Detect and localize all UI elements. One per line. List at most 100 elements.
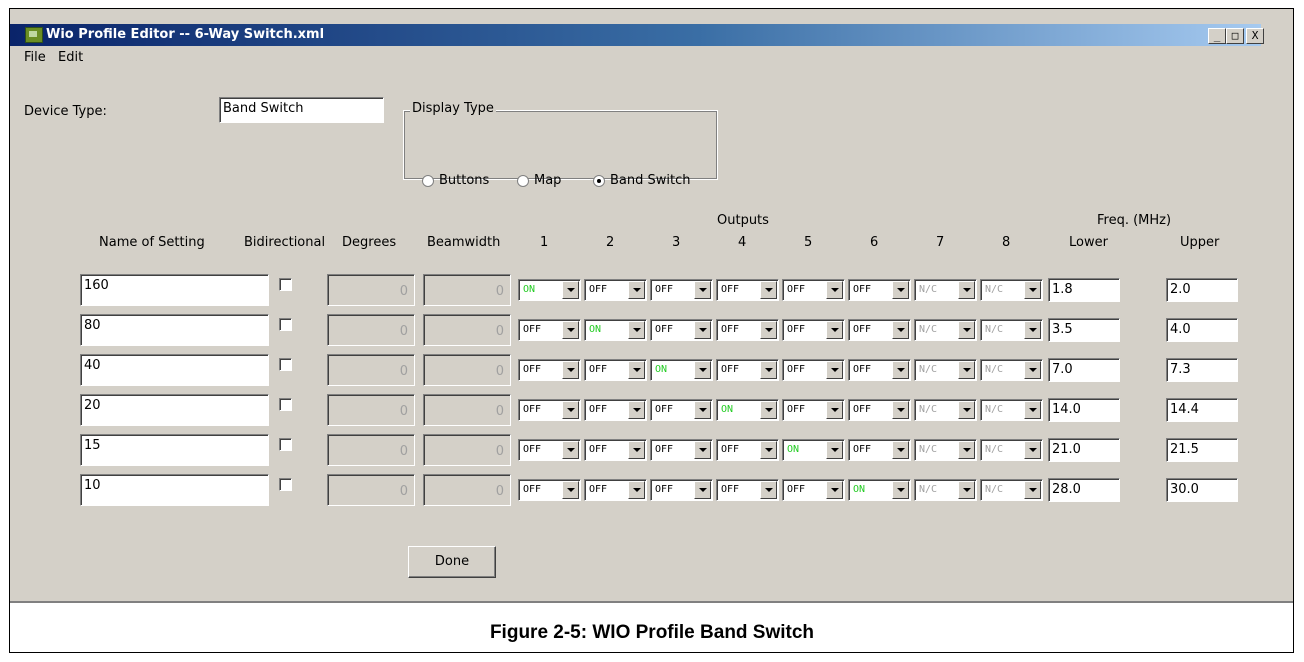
output-3-select[interactable]: OFF (650, 439, 713, 461)
bidirectional-checkbox[interactable] (279, 318, 292, 331)
output-3-select[interactable]: OFF (650, 479, 713, 501)
dropdown-arrow-icon[interactable] (628, 321, 645, 339)
dropdown-arrow-icon[interactable] (628, 481, 645, 499)
dropdown-arrow-icon[interactable] (628, 441, 645, 459)
dropdown-arrow-icon[interactable] (760, 361, 777, 379)
output-8-select[interactable]: N/C (980, 479, 1043, 501)
dropdown-arrow-icon[interactable] (958, 281, 975, 299)
radio-buttons[interactable] (422, 175, 434, 187)
output-4-select[interactable]: ON (716, 399, 779, 421)
output-3-select[interactable]: OFF (650, 319, 713, 341)
output-7-select[interactable]: N/C (914, 319, 977, 341)
output-5-select[interactable]: OFF (782, 359, 845, 381)
output-7-select[interactable]: N/C (914, 439, 977, 461)
output-8-select[interactable]: N/C (980, 359, 1043, 381)
dropdown-arrow-icon[interactable] (562, 361, 579, 379)
output-4-select[interactable]: OFF (716, 439, 779, 461)
output-1-select[interactable]: OFF (518, 439, 581, 461)
dropdown-arrow-icon[interactable] (892, 281, 909, 299)
lower-freq-input[interactable]: 14.0 (1048, 398, 1120, 422)
output-8-select[interactable]: N/C (980, 439, 1043, 461)
output-2-select[interactable]: OFF (584, 399, 647, 421)
lower-freq-input[interactable]: 21.0 (1048, 438, 1120, 462)
lower-freq-input[interactable]: 3.5 (1048, 318, 1120, 342)
bidirectional-checkbox[interactable] (279, 278, 292, 291)
output-2-select[interactable]: OFF (584, 439, 647, 461)
dropdown-arrow-icon[interactable] (562, 481, 579, 499)
output-2-select[interactable]: OFF (584, 359, 647, 381)
dropdown-arrow-icon[interactable] (694, 441, 711, 459)
output-4-select[interactable]: OFF (716, 319, 779, 341)
output-3-select[interactable]: OFF (650, 279, 713, 301)
dropdown-arrow-icon[interactable] (628, 281, 645, 299)
done-button[interactable]: Done (408, 546, 496, 578)
maximize-button[interactable]: □ (1226, 28, 1244, 44)
dropdown-arrow-icon[interactable] (958, 321, 975, 339)
output-7-select[interactable]: N/C (914, 399, 977, 421)
setting-name-input[interactable]: 160 (80, 274, 269, 306)
output-2-select[interactable]: OFF (584, 279, 647, 301)
dropdown-arrow-icon[interactable] (1024, 281, 1041, 299)
output-1-select[interactable]: OFF (518, 399, 581, 421)
output-5-select[interactable]: OFF (782, 279, 845, 301)
dropdown-arrow-icon[interactable] (826, 441, 843, 459)
output-8-select[interactable]: N/C (980, 319, 1043, 341)
output-7-select[interactable]: N/C (914, 479, 977, 501)
output-1-select[interactable]: OFF (518, 479, 581, 501)
dropdown-arrow-icon[interactable] (628, 361, 645, 379)
dropdown-arrow-icon[interactable] (892, 481, 909, 499)
dropdown-arrow-icon[interactable] (694, 481, 711, 499)
dropdown-arrow-icon[interactable] (892, 321, 909, 339)
output-4-select[interactable]: OFF (716, 479, 779, 501)
dropdown-arrow-icon[interactable] (1024, 481, 1041, 499)
setting-name-input[interactable]: 80 (80, 314, 269, 346)
dropdown-arrow-icon[interactable] (1024, 401, 1041, 419)
dropdown-arrow-icon[interactable] (958, 481, 975, 499)
dropdown-arrow-icon[interactable] (892, 361, 909, 379)
setting-name-input[interactable]: 20 (80, 394, 269, 426)
output-5-select[interactable]: OFF (782, 399, 845, 421)
lower-freq-input[interactable]: 7.0 (1048, 358, 1120, 382)
dropdown-arrow-icon[interactable] (958, 441, 975, 459)
lower-freq-input[interactable]: 1.8 (1048, 278, 1120, 302)
dropdown-arrow-icon[interactable] (760, 481, 777, 499)
output-6-select[interactable]: OFF (848, 439, 911, 461)
dropdown-arrow-icon[interactable] (1024, 361, 1041, 379)
output-6-select[interactable]: OFF (848, 279, 911, 301)
dropdown-arrow-icon[interactable] (958, 361, 975, 379)
dropdown-arrow-icon[interactable] (826, 281, 843, 299)
dropdown-arrow-icon[interactable] (1024, 321, 1041, 339)
minimize-button[interactable]: _ (1208, 28, 1226, 44)
dropdown-arrow-icon[interactable] (826, 321, 843, 339)
dropdown-arrow-icon[interactable] (958, 401, 975, 419)
upper-freq-input[interactable]: 30.0 (1166, 478, 1238, 502)
output-2-select[interactable]: ON (584, 319, 647, 341)
dropdown-arrow-icon[interactable] (892, 441, 909, 459)
dropdown-arrow-icon[interactable] (760, 281, 777, 299)
setting-name-input[interactable]: 15 (80, 434, 269, 466)
dropdown-arrow-icon[interactable] (562, 281, 579, 299)
upper-freq-input[interactable]: 14.4 (1166, 398, 1238, 422)
output-6-select[interactable]: ON (848, 479, 911, 501)
upper-freq-input[interactable]: 4.0 (1166, 318, 1238, 342)
radio-map[interactable] (517, 175, 529, 187)
output-6-select[interactable]: OFF (848, 359, 911, 381)
device-type-input[interactable]: Band Switch (219, 97, 384, 123)
output-5-select[interactable]: OFF (782, 479, 845, 501)
setting-name-input[interactable]: 10 (80, 474, 269, 506)
output-2-select[interactable]: OFF (584, 479, 647, 501)
dropdown-arrow-icon[interactable] (562, 441, 579, 459)
dropdown-arrow-icon[interactable] (694, 361, 711, 379)
output-5-select[interactable]: ON (782, 439, 845, 461)
dropdown-arrow-icon[interactable] (1024, 441, 1041, 459)
dropdown-arrow-icon[interactable] (892, 401, 909, 419)
output-1-select[interactable]: ON (518, 279, 581, 301)
upper-freq-input[interactable]: 2.0 (1166, 278, 1238, 302)
output-6-select[interactable]: OFF (848, 399, 911, 421)
bidirectional-checkbox[interactable] (279, 478, 292, 491)
dropdown-arrow-icon[interactable] (760, 401, 777, 419)
output-4-select[interactable]: OFF (716, 279, 779, 301)
upper-freq-input[interactable]: 21.5 (1166, 438, 1238, 462)
dropdown-arrow-icon[interactable] (562, 401, 579, 419)
dropdown-arrow-icon[interactable] (760, 441, 777, 459)
